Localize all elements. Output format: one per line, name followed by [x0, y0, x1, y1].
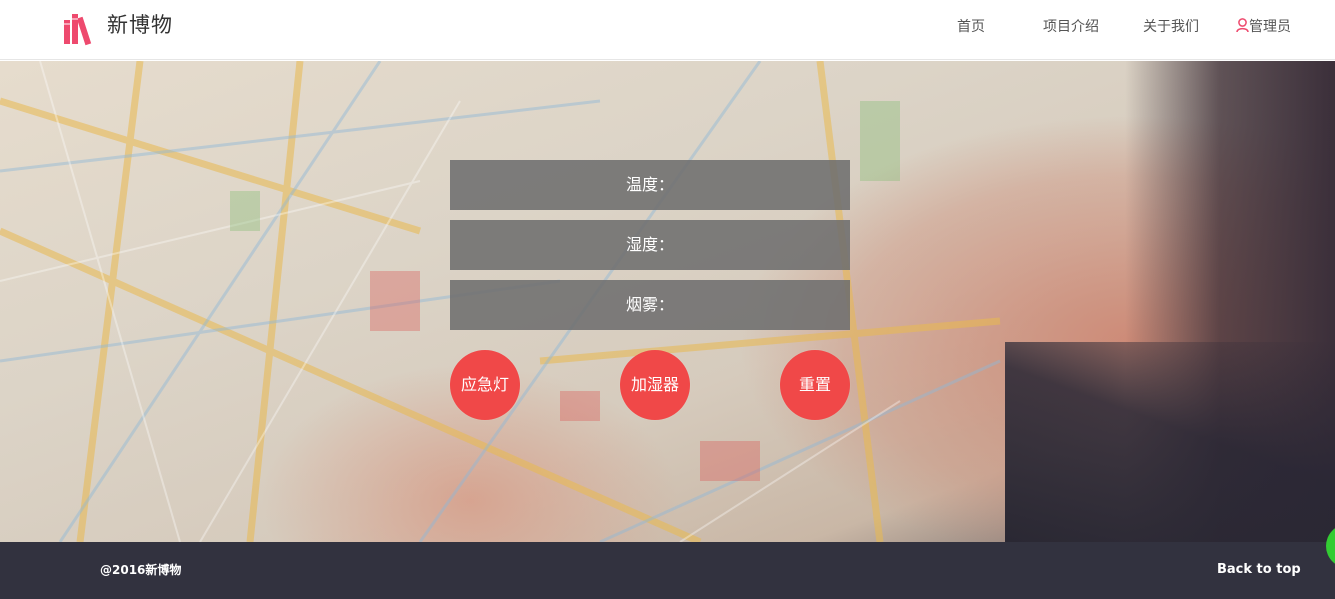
nav-admin[interactable]: 管理员: [1236, 18, 1291, 36]
back-to-top-link[interactable]: Back to top: [1217, 562, 1301, 578]
humidity-readout: 湿度：: [450, 220, 850, 270]
books-icon[interactable]: [62, 10, 96, 46]
nav-about-us[interactable]: 关于我们: [1143, 18, 1199, 36]
site-footer: @2016新博物 Back to top: [0, 542, 1335, 599]
nav-project-intro[interactable]: 项目介绍: [1043, 18, 1099, 36]
site-header: 新博物 首页 项目介绍 关于我们 管理员: [0, 0, 1335, 60]
reset-button[interactable]: 重置: [780, 350, 850, 420]
nav-home[interactable]: 首页: [957, 18, 985, 36]
hero-section: 温度： 湿度： 烟雾： 应急灯 加湿器 重置: [0, 61, 1335, 542]
emergency-light-button[interactable]: 应急灯: [450, 350, 520, 420]
hero-sleeve: [1005, 342, 1335, 542]
user-icon: [1236, 18, 1249, 33]
humidifier-button[interactable]: 加湿器: [620, 350, 690, 420]
copyright-text: @2016新博物: [100, 563, 182, 577]
smoke-readout: 烟雾：: [450, 280, 850, 330]
brand-name[interactable]: 新博物: [107, 11, 173, 39]
temperature-readout: 温度：: [450, 160, 850, 210]
nav-admin-label: 管理员: [1249, 19, 1291, 35]
